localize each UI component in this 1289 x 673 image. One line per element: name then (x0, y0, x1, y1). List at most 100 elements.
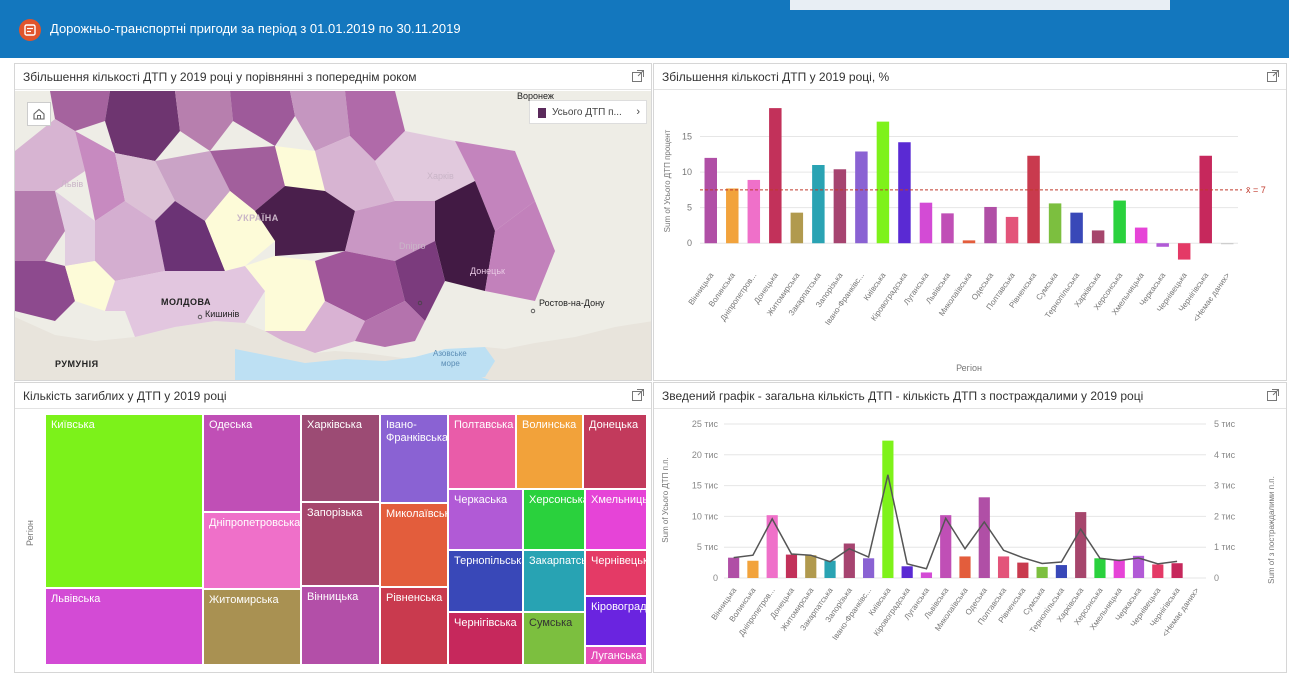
bar (790, 212, 804, 244)
region-shape[interactable] (105, 91, 180, 161)
bar (747, 560, 759, 578)
treemap-cell-label: Тернопільська (454, 555, 523, 567)
treemap-cell[interactable]: Житомирська (203, 589, 301, 665)
bar (769, 108, 782, 244)
treemap-cell[interactable]: Черкаська (448, 489, 523, 550)
y-tick-label: 15 тис (692, 481, 719, 491)
panel-header: Збільшення кількості ДТП у 2019 році у п… (15, 64, 651, 90)
treemap-cell[interactable]: Харківська (301, 414, 380, 502)
treemap-cell[interactable]: Закарпатська (523, 550, 585, 612)
y2-tick-label: 4 тис (1214, 450, 1236, 460)
page-title: Дорожньо-транспортні пригоди за період з… (50, 21, 461, 36)
bar (1152, 564, 1164, 578)
treemap-cell[interactable]: Сумська (523, 612, 585, 665)
y2-tick-label: 3 тис (1214, 481, 1236, 491)
bar (824, 560, 836, 578)
chart-body: 0 0 5 тис 1 тис 10 тис 2 тис 15 тис 3 тис 20 тис… (654, 410, 1286, 672)
treemap-cell[interactable]: Київська (45, 414, 203, 588)
treemap-cell[interactable]: Рівненська (380, 587, 448, 665)
bar (812, 165, 825, 244)
bar (1027, 155, 1040, 244)
map-label: Воронеж (517, 91, 554, 101)
treemap-cell[interactable]: Івано-Франківська (380, 414, 448, 503)
treemap-cell-label: Луганська (591, 650, 643, 662)
treemap-cell-label: Чернігівська (454, 617, 517, 629)
treemap-cell[interactable]: Кіровоградська (585, 596, 647, 646)
bar (704, 157, 718, 244)
treemap-cell[interactable]: Запорізька (301, 502, 380, 586)
treemap-panel: Кількість загиблих у ДТП у 2019 році Рег… (14, 382, 652, 673)
bar (1048, 203, 1062, 244)
map-label: Львів (61, 179, 84, 189)
y2-tick-label: 0 (1214, 573, 1219, 583)
bar (962, 240, 976, 244)
treemap-cell-label: Рівненська (386, 592, 443, 604)
expand-icon[interactable] (631, 69, 645, 83)
treemap-cell[interactable]: Дніпропетровська (203, 512, 301, 589)
region-shape[interactable] (230, 91, 295, 146)
choropleth-map[interactable] (15, 91, 651, 380)
panel-header: Зведений графік - загальна кількість ДТП… (654, 383, 1286, 409)
map-panel: Збільшення кількості ДТП у 2019 році у п… (14, 63, 652, 381)
home-button[interactable] (27, 102, 51, 126)
treemap-cell-label: Чернівецька (591, 555, 646, 567)
treemap-cell-label: Кіровоградська (591, 601, 647, 613)
dashboard-icon[interactable] (19, 19, 41, 41)
y-tick-label: 0 (713, 573, 718, 583)
treemap-cell[interactable]: Хмельницька (585, 489, 647, 550)
legend-swatch (538, 108, 546, 118)
y-tick-label: 20 тис (692, 450, 719, 460)
y-tick-label: 5 (687, 203, 692, 213)
map-label: Dnipro (399, 241, 426, 251)
legend-button[interactable]: Усього ДТП п... › (529, 100, 647, 124)
home-icon (33, 108, 45, 120)
treemap-cell[interactable]: Миколаївська (380, 503, 448, 587)
bar (919, 202, 933, 244)
treemap-cell[interactable]: Тернопільська (448, 550, 523, 612)
treemap-cell-label: Дніпропетровська (209, 517, 301, 529)
bar-chart-panel: Збільшення кількості ДТП у 2019 році, % … (653, 63, 1287, 381)
region-shape[interactable] (15, 191, 65, 261)
map-label: Ростов-на-Дону (539, 298, 605, 308)
bar (1005, 216, 1019, 244)
treemap-cell[interactable]: Чернівецька (585, 550, 647, 596)
map-view[interactable]: Усього ДТП п... › Воронеж Львів Харків У… (15, 91, 651, 380)
expand-icon[interactable] (1266, 388, 1280, 402)
bar (1017, 562, 1029, 578)
region-shape[interactable] (15, 261, 75, 321)
y-tick-label: 0 (687, 238, 692, 248)
bar (898, 142, 911, 244)
expand-icon[interactable] (1266, 69, 1280, 83)
bar (785, 554, 798, 578)
bar (1156, 243, 1169, 247)
treemap-cell[interactable]: Донецька (583, 414, 647, 489)
treemap-cell[interactable]: Львівська (45, 588, 203, 665)
treemap-cell[interactable]: Вінницька (301, 586, 380, 665)
x-tick-label: Івано-Франківс... (823, 271, 866, 327)
reference-label: x̄ = 7 (1246, 185, 1266, 195)
treemap-cell[interactable]: Одеська (203, 414, 301, 512)
treemap-cell-label: Донецька (589, 419, 639, 431)
y2-tick-label: 2 тис (1214, 511, 1236, 521)
panel-header: Кількість загиблих у ДТП у 2019 році (15, 383, 651, 409)
search-strip[interactable] (790, 0, 1170, 10)
treemap-cell-label: Харківська (307, 419, 362, 431)
treemap-cell-label: Житомирська (209, 594, 279, 606)
treemap-cell[interactable]: Волинська (516, 414, 583, 489)
panel-header: Збільшення кількості ДТП у 2019 році, % (654, 64, 1286, 90)
legend-label: Усього ДТП п... (552, 107, 622, 118)
treemap[interactable]: Київська Львівська Одеська Дніпропетровс… (15, 410, 651, 672)
combo-chart[interactable]: 0 0 5 тис 1 тис 10 тис 2 тис 15 тис 3 тис 20 тис… (654, 410, 1286, 672)
expand-icon[interactable] (631, 388, 645, 402)
treemap-cell[interactable]: Чернігівська (448, 612, 523, 665)
region-shape[interactable] (175, 91, 233, 151)
y-tick-label: 10 (682, 167, 692, 177)
treemap-cell[interactable]: Херсонська (523, 489, 585, 550)
y-tick-label: 15 (682, 132, 692, 142)
y-axis-title: Sum of Усього ДТП процент (663, 129, 672, 232)
treemap-cell[interactable]: Луганська (585, 646, 647, 665)
bar-chart[interactable]: 051015ВінницькаВолинськаДніпропетров...Д… (654, 91, 1286, 380)
treemap-cell[interactable]: Полтавська (448, 414, 516, 489)
bar (855, 151, 868, 244)
treemap-body: Регіон Київська Львівська Одеська Дніпро… (15, 410, 651, 672)
